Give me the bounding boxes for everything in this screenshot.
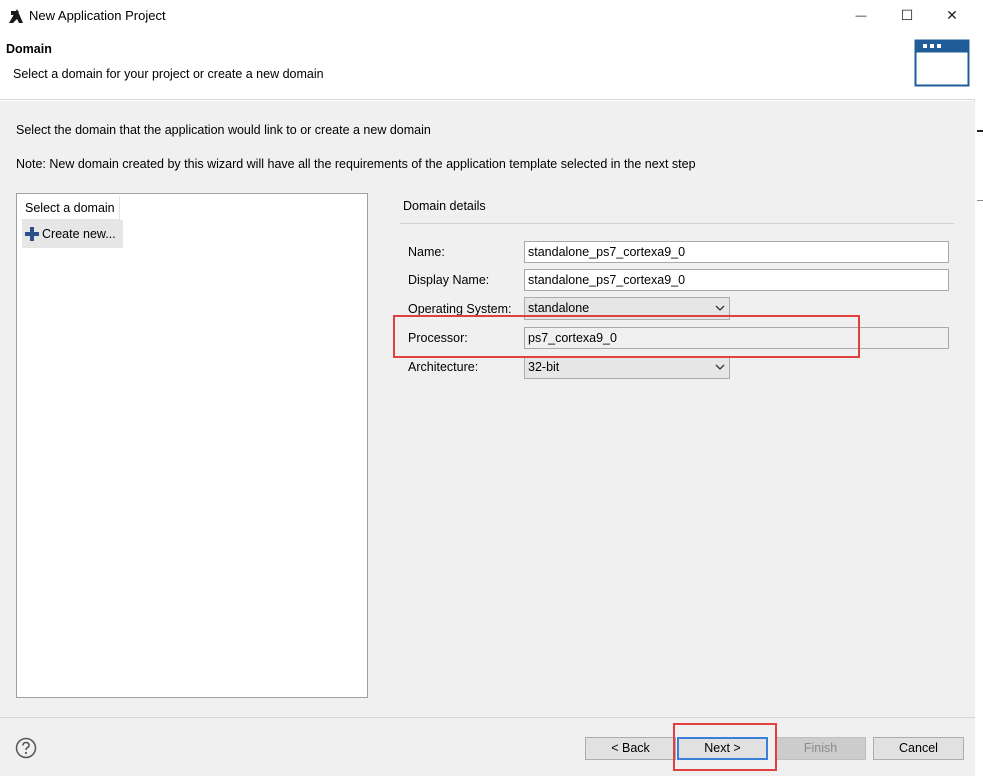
page-subtitle: Select a domain for your project or crea… xyxy=(13,67,324,81)
app-logo-icon xyxy=(9,8,23,23)
wizard-header: Domain Select a domain for your project … xyxy=(0,31,975,100)
back-button[interactable]: < Back xyxy=(585,737,676,760)
next-highlight-box xyxy=(673,723,777,771)
architecture-label: Architecture: xyxy=(408,360,479,374)
page-title: Domain xyxy=(6,42,52,56)
name-label: Name: xyxy=(408,245,445,259)
plus-icon xyxy=(25,227,39,241)
wizard-body: Select the domain that the application w… xyxy=(0,101,975,717)
display-name-field[interactable]: standalone_ps7_cortexa9_0 xyxy=(524,269,949,291)
architecture-select[interactable]: 32-bit xyxy=(524,356,730,379)
application-window: New Application Project — ☐ ✕ Domain Sel… xyxy=(0,0,975,776)
create-new-domain-item[interactable]: Create new... xyxy=(22,220,123,248)
close-icon: ✕ xyxy=(946,7,958,23)
note-text: Note: New domain created by this wizard … xyxy=(16,157,696,171)
domain-list-header: Select a domain xyxy=(21,196,120,220)
background-window-edge xyxy=(975,0,983,776)
chevron-down-icon xyxy=(715,364,725,370)
display-name-label: Display Name: xyxy=(408,273,490,287)
architecture-value: 32-bit xyxy=(528,360,560,374)
minimize-button[interactable]: — xyxy=(838,0,884,31)
domain-details-title: Domain details xyxy=(403,199,486,213)
minimize-icon: — xyxy=(855,9,867,22)
intro-text: Select the domain that the application w… xyxy=(16,123,431,137)
operating-system-label: Operating System: xyxy=(408,302,512,316)
cancel-button[interactable]: Cancel xyxy=(873,737,964,760)
details-separator xyxy=(400,223,954,224)
window-title: New Application Project xyxy=(29,8,166,23)
finish-button[interactable]: Finish xyxy=(775,737,866,760)
title-bar: New Application Project — ☐ ✕ xyxy=(0,0,975,31)
help-icon[interactable] xyxy=(15,737,37,759)
processor-highlight-box xyxy=(393,315,860,358)
maximize-button[interactable]: ☐ xyxy=(884,0,930,31)
background-line xyxy=(977,130,983,132)
window-banner-icon xyxy=(914,39,970,87)
maximize-icon: ☐ xyxy=(900,7,914,23)
domain-list[interactable]: Select a domain Create new... xyxy=(16,193,368,698)
operating-system-value: standalone xyxy=(528,301,590,315)
name-field[interactable]: standalone_ps7_cortexa9_0 xyxy=(524,241,949,263)
close-button[interactable]: ✕ xyxy=(929,0,975,31)
wizard-footer: < Back Next > Finish Cancel xyxy=(0,718,975,776)
background-line xyxy=(977,200,983,201)
create-new-label: Create new... xyxy=(42,227,116,241)
